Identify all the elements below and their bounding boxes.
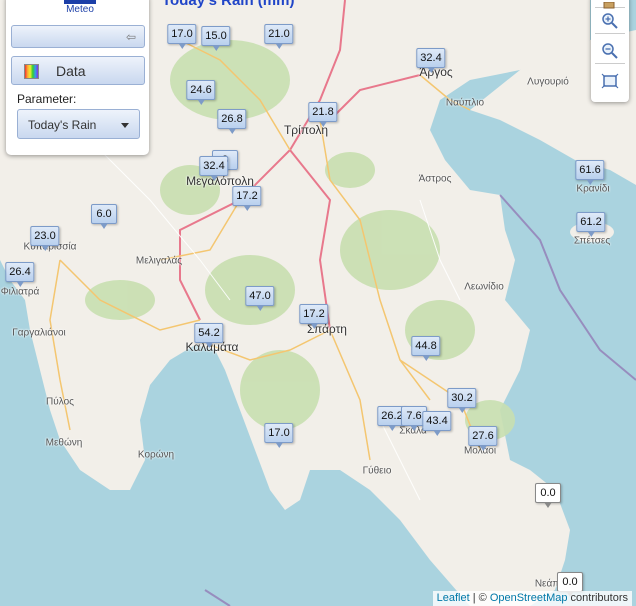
parameter-label: Parameter: <box>17 92 77 106</box>
rain-station-marker[interactable]: 61.2 <box>576 212 606 237</box>
place-label: Κρανίδι <box>576 183 610 195</box>
place-label: Νεάπ <box>534 578 560 590</box>
place-label: Κορώνη <box>137 449 175 461</box>
rain-station-marker[interactable]: 21.0 <box>264 24 294 49</box>
place-label: Ναύπλιο <box>445 97 485 109</box>
meteo-logo-text: Meteo <box>66 4 94 15</box>
rain-station-marker[interactable]: 32.4 <box>416 48 446 73</box>
place-label: Σπέτσες <box>573 235 611 247</box>
leaflet-link[interactable]: Leaflet <box>437 592 470 604</box>
openstreetmap-link[interactable]: OpenStreetMap <box>490 592 568 604</box>
collapse-panel-button[interactable]: ⇦ <box>11 25 145 48</box>
rain-station-marker[interactable]: 0.0 <box>557 572 583 597</box>
rain-station-marker[interactable]: 61.6 <box>575 160 605 185</box>
rain-station-marker[interactable]: 24.6 <box>186 80 216 105</box>
rain-station-marker[interactable]: 44.8 <box>411 336 441 361</box>
rain-station-marker[interactable]: 0.0 <box>535 483 561 508</box>
place-label: Πύλος <box>46 396 74 408</box>
rain-station-marker[interactable]: 23.0 <box>30 226 60 251</box>
zoom-in-button[interactable] <box>595 8 625 34</box>
place-label: Μεθώνη <box>45 437 83 449</box>
fit-extent-icon <box>601 73 619 89</box>
zoom-in-icon <box>602 13 618 29</box>
place-label: Μελιγαλάς <box>135 255 183 267</box>
parameter-select[interactable]: Today's Rain <box>17 109 140 139</box>
meteo-logo: Meteo <box>60 0 100 16</box>
zoom-control <box>591 0 629 102</box>
rain-station-marker[interactable]: 17.0 <box>264 423 294 448</box>
place-label: Λυγουριό <box>527 76 569 88</box>
rain-station-marker[interactable]: 15.0 <box>201 26 231 51</box>
control-panel: Meteo ⇦ Data Parameter: Today's Rain <box>6 0 149 155</box>
left-arrow-icon: ⇦ <box>125 30 136 44</box>
data-button[interactable]: Data <box>11 56 145 85</box>
attribution-suffix: contributors <box>567 592 628 604</box>
chevron-down-icon <box>121 123 129 128</box>
parameter-select-value: Today's Rain <box>28 118 97 132</box>
place-label: Λεωνίδιο <box>464 281 504 293</box>
data-button-label: Data <box>56 63 86 79</box>
place-label: Φιλιατρά <box>0 286 40 298</box>
place-label: Άστρος <box>418 173 452 185</box>
attribution: Leaflet | © OpenStreetMap contributors <box>432 591 632 606</box>
rain-station-marker[interactable]: 26.8 <box>217 109 247 134</box>
rain-station-marker[interactable]: 21.8 <box>308 102 338 127</box>
place-label: Γαργαλιάνοι <box>12 327 66 339</box>
fit-extent-button[interactable] <box>595 68 625 94</box>
rain-station-marker[interactable]: 43.4 <box>422 411 452 436</box>
zoom-out-icon <box>602 43 618 59</box>
attribution-separator: | © <box>469 592 490 604</box>
rain-station-marker[interactable]: 54.2 <box>194 323 224 348</box>
rain-station-marker[interactable]: 27.6 <box>468 426 498 451</box>
color-palette-icon <box>24 64 39 79</box>
rain-station-marker[interactable]: 30.2 <box>447 388 477 413</box>
map-title: Today's Rain (mm) <box>162 0 295 9</box>
rain-station-marker[interactable]: 47.0 <box>245 286 275 311</box>
layers-button[interactable] <box>595 0 625 9</box>
place-label: Γύθειο <box>362 465 392 477</box>
rain-station-marker[interactable]: 6.0 <box>91 204 117 229</box>
rain-station-marker[interactable]: 26.4 <box>5 262 35 287</box>
rain-station-marker[interactable]: 17.2 <box>232 186 262 211</box>
rain-station-marker[interactable]: 17.2 <box>299 304 329 329</box>
zoom-out-button[interactable] <box>595 38 625 64</box>
rain-station-marker[interactable]: 32.4 <box>199 156 229 181</box>
rain-station-marker[interactable]: 17.0 <box>167 24 197 49</box>
